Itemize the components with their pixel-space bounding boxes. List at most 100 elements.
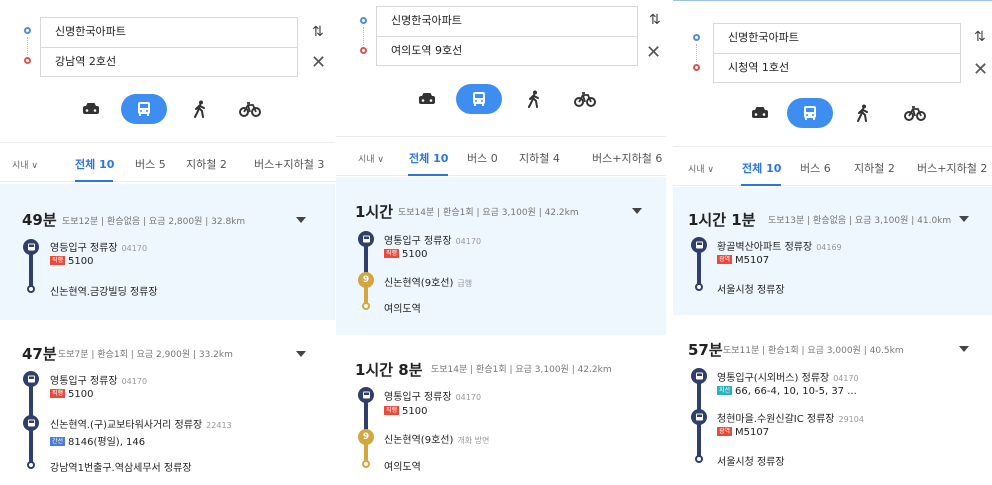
tab-active-indicator <box>741 184 781 186</box>
transfer-station: 신논현역(9호선) 급행 <box>384 278 473 289</box>
expand-caret-icon[interactable] <box>296 217 306 223</box>
subway-line-9-icon: 9 <box>358 429 374 445</box>
walk-icon <box>194 100 205 118</box>
route-duration: 57분 <box>688 341 723 359</box>
car-mode-button[interactable] <box>404 84 450 114</box>
bus-type-badge: 광역 <box>717 427 733 436</box>
route-summary: 도보7분 | 환승1회 | 요금 2,900원 | 33.2km <box>58 350 233 360</box>
bus-stop-icon <box>358 387 374 403</box>
tab-bus[interactable]: 버스 0 <box>467 150 498 166</box>
destination-stop-icon <box>695 283 703 291</box>
route-duration: 49분 <box>22 211 57 229</box>
boarding-stop: 영통입구 정류장 04170 <box>384 392 482 403</box>
destination-input[interactable]: 여의도역 9호선 <box>376 36 638 66</box>
route-card[interactable]: 1시간 8분 도보14분 | 환승1회 | 요금 3,100원 | 42.2km… <box>336 337 666 485</box>
bus-type-badge: 직행 <box>50 256 66 265</box>
boarding-stop: 영등입구 정류장 04170 <box>50 243 148 254</box>
close-icon[interactable]: ✕ <box>646 42 661 63</box>
origin-input[interactable]: 신명한국아파트 <box>40 17 298 47</box>
bus-icon <box>473 92 485 106</box>
alighting-stop: 신논현역.금강빌딩 정류장 <box>50 287 158 298</box>
bus-type-badge: 지선 <box>717 386 733 395</box>
route-summary: 도보13분 | 환승없음 | 요금 3,100원 | 41.0km <box>768 216 952 226</box>
tab-area-select[interactable]: 시내 ∨ <box>12 158 38 171</box>
destination-input[interactable]: 시청역 1호선 <box>713 53 961 83</box>
route-card[interactable]: 57분 도보11분 | 환승1회 | 요금 3,000원 | 40.5km 영통… <box>673 317 992 485</box>
swap-icon[interactable]: ⇅ <box>649 12 661 28</box>
bike-mode-button[interactable] <box>892 98 938 128</box>
bus-line: 광역 M5107 <box>717 255 770 266</box>
tab-bus[interactable]: 버스 5 <box>135 156 166 172</box>
route-card[interactable]: 1시간 1분 도보13분 | 환승없음 | 요금 3,100원 | 41.0km… <box>673 187 992 315</box>
origin-input[interactable]: 신명한국아파트 <box>376 6 638 36</box>
transit-mode-button[interactable] <box>456 84 502 114</box>
tab-bus[interactable]: 버스 6 <box>800 160 831 176</box>
tab-bus-subway[interactable]: 버스+지하철 3 <box>254 156 324 172</box>
bike-mode-button[interactable] <box>562 84 608 114</box>
swap-icon[interactable]: ⇅ <box>312 24 324 40</box>
route-panel-yeouido: 신명한국아파트 여의도역 9호선 ⇅ ✕ 시내 ∨ 전체 10 버스 0 지하철… <box>336 0 666 485</box>
walk-mode-button[interactable] <box>511 84 557 114</box>
tab-bus-subway[interactable]: 버스+지하철 6 <box>592 150 662 166</box>
car-mode-button[interactable] <box>737 98 783 128</box>
expand-caret-icon[interactable] <box>632 208 642 214</box>
route-card[interactable]: 47분 도보7분 | 환승1회 | 요금 2,900원 | 33.2km 영통입… <box>0 322 335 485</box>
bus-line: 직행 5100 <box>50 256 94 267</box>
tab-all[interactable]: 전체 10 <box>409 150 448 166</box>
route-connector <box>696 44 697 62</box>
route-card[interactable]: 49분 도보12분 | 환승없음 | 요금 2,800원 | 32.8km 영등… <box>0 184 335 320</box>
tab-area-select[interactable]: 시내 ∨ <box>358 152 384 165</box>
expand-caret-icon[interactable] <box>959 346 969 352</box>
transit-mode-button[interactable] <box>787 98 833 128</box>
bus-type-badge: 직행 <box>50 389 66 398</box>
expand-caret-icon[interactable] <box>959 216 969 222</box>
origin-marker-icon <box>693 34 700 41</box>
route-duration: 47분 <box>22 345 57 363</box>
transfer-bus-stop-icon <box>691 409 707 425</box>
bus-stop-icon <box>691 368 707 384</box>
bus-icon <box>138 102 150 116</box>
bus-icon <box>804 106 816 120</box>
bus-stop-icon <box>358 231 374 247</box>
tab-subway[interactable]: 지하철 2 <box>186 156 227 172</box>
close-icon[interactable]: ✕ <box>311 52 326 73</box>
bus-line: 직행 5100 <box>384 406 428 417</box>
bus-line: 지선 66, 66-4, 10, 10-5, 37 ... <box>717 386 857 397</box>
route-search-box: 신명한국아파트 시청역 1호선 ⇅ ✕ <box>673 1 992 89</box>
car-mode-button[interactable] <box>68 94 114 124</box>
route-search-box: 신명한국아파트 강남역 2호선 ⇅ ✕ <box>0 0 335 88</box>
bus-stop-icon <box>23 239 39 255</box>
tab-bus-subway[interactable]: 버스+지하철 2 <box>917 160 987 176</box>
transfer-stop: 청현마을.수원신갈IC 정류장 29104 <box>717 414 864 425</box>
route-summary: 도보11분 | 환승1회 | 요금 3,000원 | 40.5km <box>723 346 904 356</box>
bike-mode-button[interactable] <box>227 94 273 124</box>
bus-stop-icon <box>691 237 707 253</box>
route-card[interactable]: 1시간 도보14분 | 환승1회 | 요금 3,100원 | 42.2km 영통… <box>336 177 666 335</box>
route-filter-tabs: 시내 ∨ 전체 10 버스 5 지하철 2 버스+지하철 3 <box>0 142 335 182</box>
alighting-stop: 강남역1번출구.역삼세무서 정류장 <box>50 463 192 474</box>
tab-subway[interactable]: 지하철 2 <box>854 160 895 176</box>
alighting-station: 여의도역 <box>384 304 421 315</box>
tab-subway[interactable]: 지하철 4 <box>519 150 560 166</box>
route-panel-gangnam: 신명한국아파트 강남역 2호선 ⇅ ✕ 시내 ∨ 전체 10 버스 5 지하철 … <box>0 0 335 485</box>
bus-line: 광역 M5107 <box>717 427 770 438</box>
origin-input[interactable]: 신명한국아파트 <box>713 23 961 53</box>
tab-all[interactable]: 전체 10 <box>742 160 781 176</box>
expand-caret-icon[interactable] <box>296 351 306 357</box>
boarding-stop: 황골벽산아파트 정류장 04169 <box>717 242 842 253</box>
walk-mode-button[interactable] <box>177 94 223 124</box>
tab-all[interactable]: 전체 10 <box>75 156 114 172</box>
close-icon[interactable]: ✕ <box>973 59 988 80</box>
tab-active-indicator <box>75 180 113 182</box>
swap-icon[interactable]: ⇅ <box>974 29 986 45</box>
transit-mode-button[interactable] <box>121 94 167 124</box>
tab-area-select[interactable]: 시내 ∨ <box>688 162 714 175</box>
bus-type-badge: 직행 <box>384 249 400 258</box>
bus-line: 간선 8146(평일), 146 <box>50 437 146 448</box>
origin-marker-icon <box>24 27 31 34</box>
destination-input[interactable]: 강남역 2호선 <box>40 47 298 77</box>
destination-marker-icon <box>693 64 700 71</box>
walk-mode-button[interactable] <box>840 98 886 128</box>
destination-station-icon <box>362 302 370 310</box>
alighting-station: 여의도역 <box>384 462 421 473</box>
